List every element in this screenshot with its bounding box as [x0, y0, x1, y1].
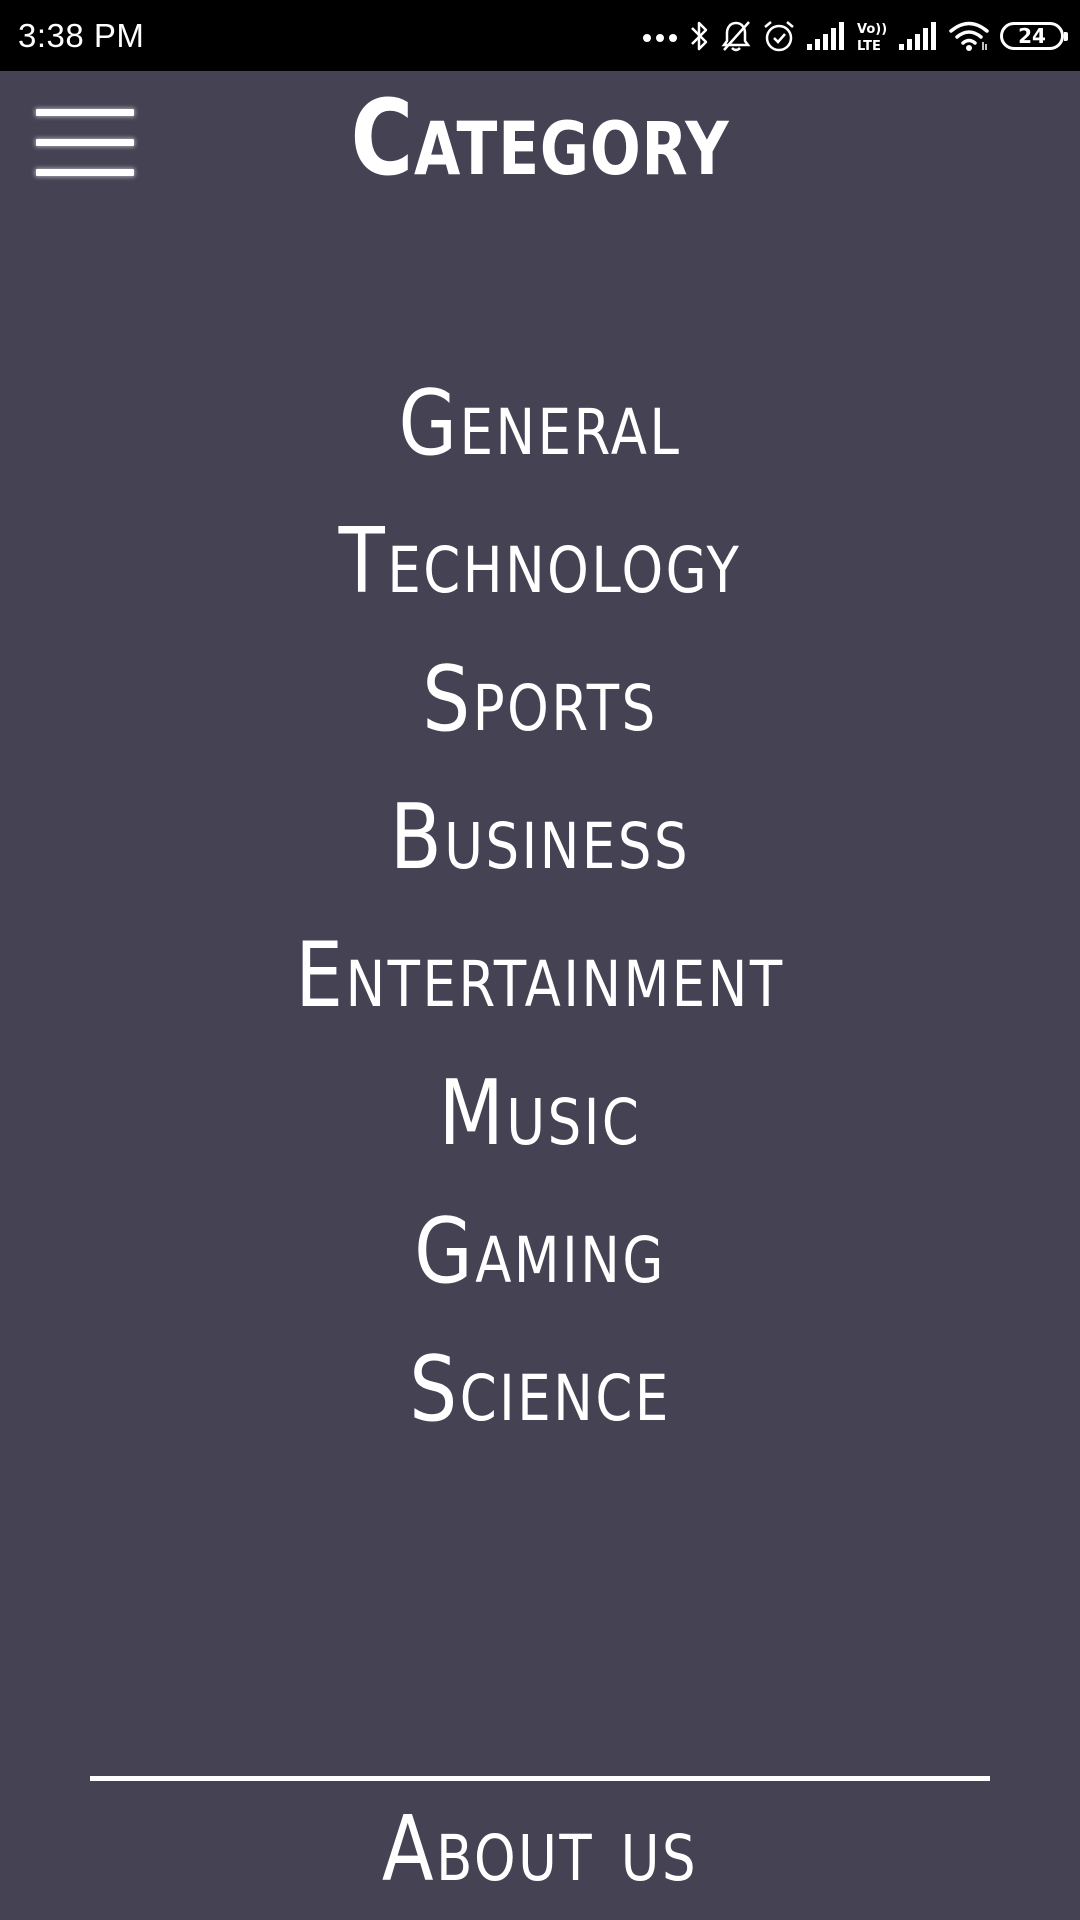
- bell-off-icon: [720, 14, 752, 58]
- category-item-business[interactable]: Business: [86, 769, 993, 907]
- volte-bottom-text: LTE: [857, 39, 881, 53]
- signal-icon: [806, 14, 846, 58]
- category-screen: 3:38 PM Vo)) LTE 24 Category General Tec…: [0, 0, 1080, 1920]
- alarm-icon: [762, 14, 796, 58]
- about-us-link[interactable]: About us: [86, 1790, 993, 1910]
- category-item-technology[interactable]: Technology: [86, 493, 993, 631]
- category-item-entertainment[interactable]: Entertainment: [86, 907, 993, 1045]
- battery-icon: 24: [1000, 21, 1068, 50]
- category-item-gaming[interactable]: Gaming: [86, 1183, 993, 1321]
- category-list: General Technology Sports Business Enter…: [0, 355, 1080, 1459]
- more-dots-icon: [642, 14, 678, 58]
- category-item-music[interactable]: Music: [86, 1045, 993, 1183]
- status-time: 3:38 PM: [18, 16, 145, 54]
- status-icons: Vo)) LTE 24: [642, 0, 1068, 71]
- signal-icon: [898, 14, 938, 58]
- category-item-sports[interactable]: Sports: [86, 631, 993, 769]
- volte-icon: Vo)) LTE: [856, 14, 888, 58]
- volte-top-text: Vo)): [857, 22, 887, 37]
- category-item-science[interactable]: Science: [86, 1321, 993, 1459]
- bluetooth-icon: [688, 14, 710, 58]
- page-title: Category: [350, 77, 730, 199]
- category-item-general[interactable]: General: [86, 355, 993, 493]
- status-bar: 3:38 PM Vo)) LTE 24: [0, 0, 1080, 71]
- battery-level: 24: [1018, 23, 1046, 48]
- wifi-icon: [948, 14, 990, 58]
- footer-divider: [90, 1776, 990, 1781]
